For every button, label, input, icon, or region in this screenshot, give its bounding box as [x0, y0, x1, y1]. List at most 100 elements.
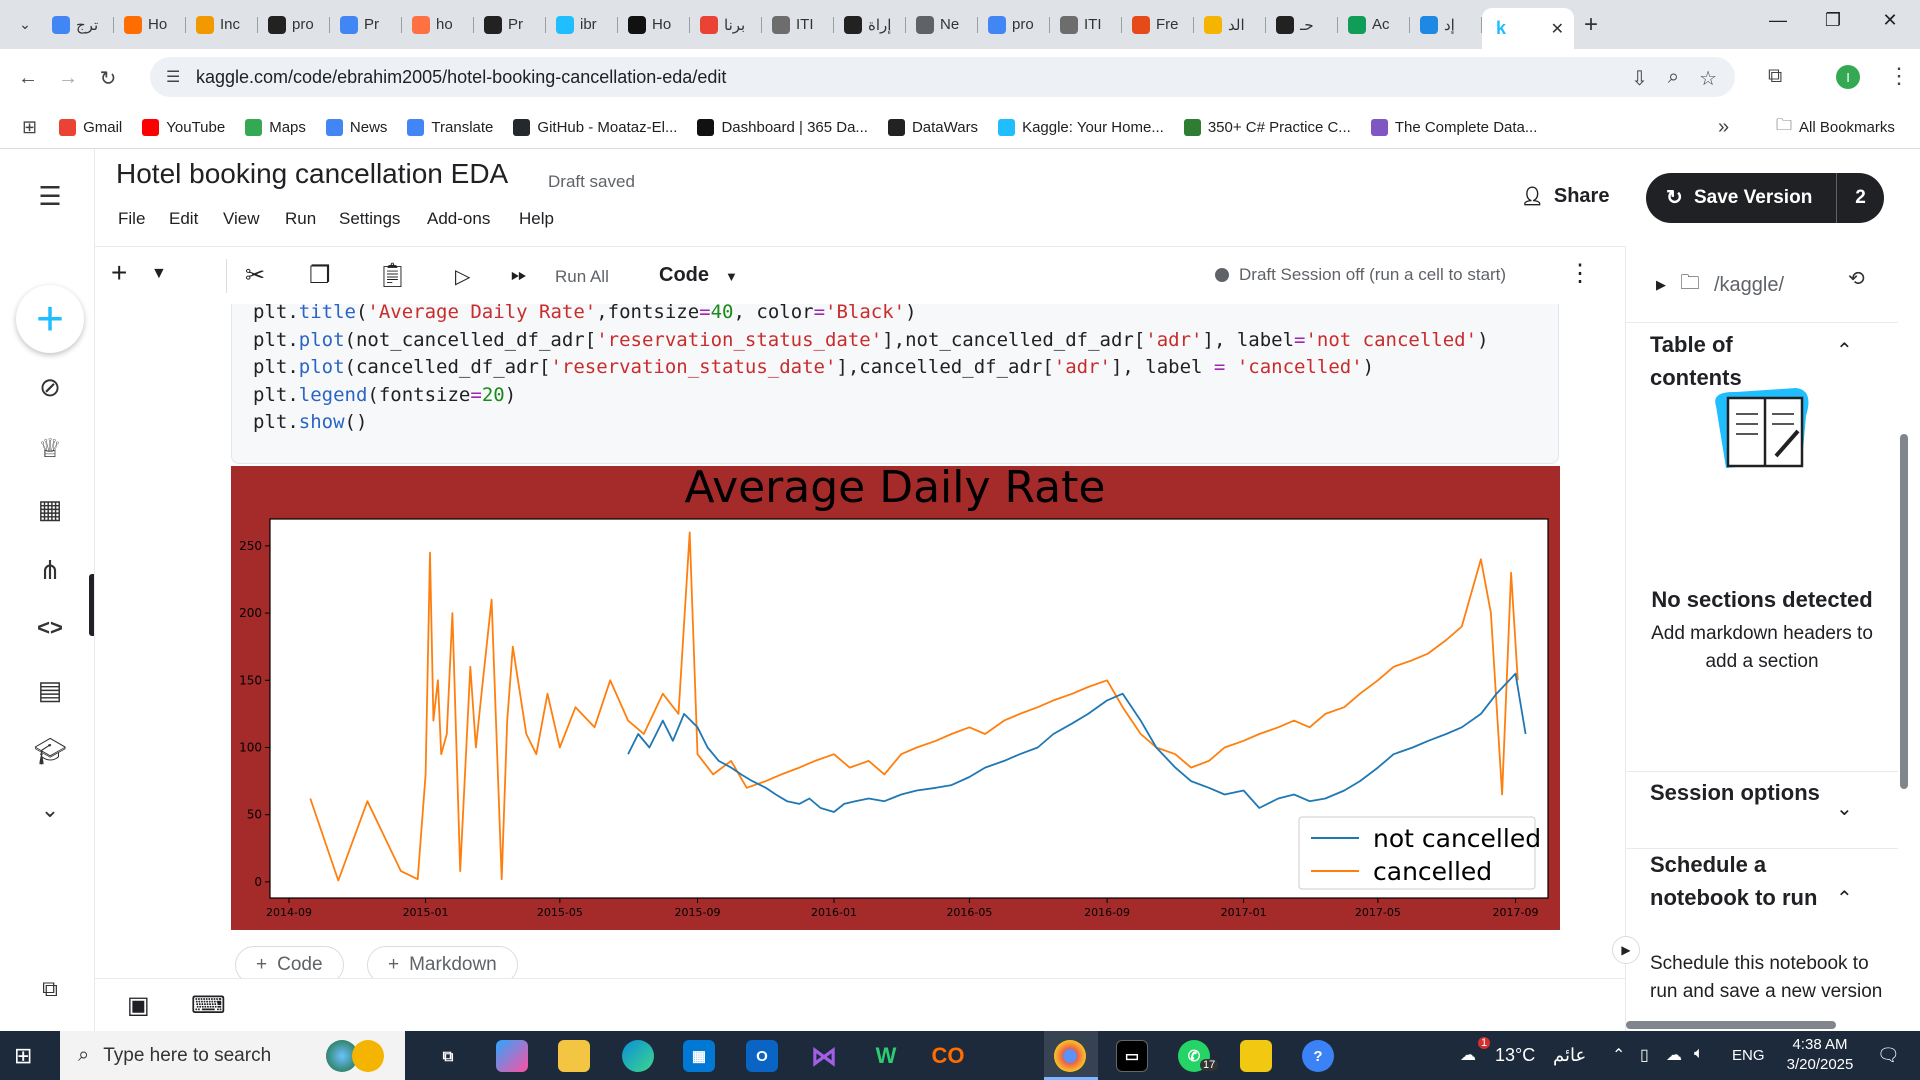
compass-icon[interactable]: ⊘	[27, 364, 73, 410]
store-icon[interactable]: ▦	[683, 1040, 715, 1072]
bookmark-star-icon[interactable]: ☆	[1699, 66, 1717, 91]
reload-button[interactable]: ↻	[88, 66, 128, 91]
trophy-icon[interactable]: ♕	[27, 425, 73, 471]
menu-addons[interactable]: Add-ons	[427, 209, 490, 229]
edge-icon[interactable]	[622, 1040, 654, 1072]
browser-tab[interactable]: Inc	[186, 6, 258, 44]
bookmarks-more-icon[interactable]: »	[1718, 116, 1729, 139]
clock[interactable]: 4:38 AM 3/20/2025	[1778, 1035, 1862, 1075]
bookmark-item[interactable]: Dashboard | 365 Da...	[697, 119, 868, 136]
discussions-icon[interactable]: ▤	[27, 667, 73, 713]
sync-icon[interactable]: ⟲	[1848, 266, 1865, 291]
bookmark-item[interactable]: Translate	[407, 119, 493, 136]
browser-tab[interactable]: ITI	[762, 6, 834, 44]
browser-tab[interactable]: Ho	[114, 6, 186, 44]
save-version-count[interactable]: 2	[1836, 173, 1884, 223]
menu-run[interactable]: Run	[285, 209, 316, 229]
toc-heading[interactable]: Table of contents	[1650, 328, 1820, 394]
session-expand-icon[interactable]: ⌄	[1836, 796, 1853, 821]
file-path[interactable]: ▶ 🗀 /kaggle/​	[1656, 268, 1784, 302]
weather-cloud-icon[interactable]: ☁	[1460, 1045, 1476, 1065]
code-cell[interactable]: plt.title('Average Daily Rate',fontsize=…	[231, 304, 1559, 464]
expand-caret-icon[interactable]: ▶	[1656, 277, 1666, 293]
browser-tab[interactable]: pro	[978, 6, 1050, 44]
profile-avatar[interactable]: I	[1836, 65, 1860, 89]
colab-icon[interactable]: CO	[932, 1040, 965, 1072]
menu-view[interactable]: View	[223, 209, 260, 229]
new-tab-button[interactable]: +	[1584, 11, 1598, 39]
add-cell-icon[interactable]: +	[111, 257, 127, 289]
datasets-table-icon[interactable]: ▦	[27, 486, 73, 532]
outlook-icon[interactable]: O	[746, 1040, 778, 1072]
browser-tab[interactable]: Ne	[906, 6, 978, 44]
browser-tab[interactable]: ITI	[1050, 6, 1122, 44]
extensions-icon[interactable]: ⧉	[1768, 65, 1782, 88]
add-cell-dropdown-icon[interactable]: ▼	[151, 265, 167, 283]
browser-tab[interactable]: برنا	[690, 6, 762, 44]
bookmark-item[interactable]: Kaggle: Your Home...	[998, 119, 1164, 136]
run-all-icon[interactable]: ⏩︎	[511, 264, 527, 287]
close-tab-icon[interactable]: ✕	[1551, 19, 1564, 39]
menu-file[interactable]: File	[118, 209, 145, 229]
session-status[interactable]: Draft Session off (run a cell to start)	[1215, 265, 1506, 285]
cloud-icon[interactable]: ☁	[1666, 1045, 1682, 1065]
browser-tab[interactable]: Ac	[1338, 6, 1410, 44]
close-window-button[interactable]: ✕	[1860, 0, 1920, 40]
browser-tab[interactable]: Ho	[618, 6, 690, 44]
browser-tab[interactable]: إراة	[834, 6, 906, 44]
browser-tab[interactable]: pro	[258, 6, 330, 44]
bookmark-item[interactable]: Gmail	[59, 119, 122, 136]
console-terminal-icon[interactable]: ▣	[127, 991, 150, 1020]
add-markdown-cell-button[interactable]: + Markdown	[367, 946, 518, 978]
keyboard-shortcuts-icon[interactable]: ⌨	[191, 991, 226, 1020]
schedule-collapse-icon[interactable]: ⌃	[1836, 886, 1853, 911]
help-icon[interactable]: ?	[1302, 1040, 1334, 1072]
copy-icon[interactable]: ❐	[309, 261, 331, 290]
schedule-heading[interactable]: Schedule a notebook to run	[1650, 848, 1820, 914]
browser-tab[interactable]: حـ	[1266, 6, 1338, 44]
url-field[interactable]: ☰ kaggle.com/code/ebrahim2005/hotel-book…	[150, 57, 1735, 97]
run-all-label[interactable]: Run All	[555, 267, 609, 287]
active-tab[interactable]: k ✕	[1482, 8, 1574, 49]
bookmark-item[interactable]: The Complete Data...	[1370, 119, 1537, 136]
install-app-icon[interactable]: ⇩	[1631, 66, 1648, 91]
more-options-icon[interactable]: ⋮	[1568, 259, 1592, 288]
cell-type-select[interactable]: Code	[659, 264, 709, 287]
session-options-heading[interactable]: Session options	[1650, 776, 1820, 809]
terminal-icon[interactable]: ▭	[1116, 1040, 1148, 1072]
forward-button[interactable]: →	[48, 67, 88, 90]
zoom-icon[interactable]: ⌕	[1668, 66, 1679, 91]
bookmark-item[interactable]: GitHub - Moataz-El...	[513, 119, 677, 136]
file-explorer-icon[interactable]	[558, 1040, 590, 1072]
copilot-icon[interactable]	[496, 1040, 528, 1072]
toc-collapse-icon[interactable]: ⌃	[1836, 338, 1853, 363]
all-bookmarks[interactable]: 🗀 All Bookmarks	[1776, 114, 1895, 141]
hamburger-menu-icon[interactable]: ☰	[27, 173, 73, 219]
browser-tab[interactable]: ho	[402, 6, 474, 44]
panel-horizontal-scrollbar[interactable]	[1626, 1021, 1836, 1029]
browser-tab[interactable]: إد	[1410, 6, 1482, 44]
collapse-panels-icon[interactable]: ⧉	[27, 966, 73, 1012]
windows-start-icon[interactable]: ⊞	[14, 1043, 32, 1069]
add-code-cell-button[interactable]: + Code	[235, 946, 344, 978]
bookmark-item[interactable]: 350+ C# Practice C...	[1183, 119, 1351, 136]
browser-tab[interactable]: ترج	[42, 6, 114, 44]
tab-search-chevron-icon[interactable]: ⌄	[8, 8, 42, 42]
back-button[interactable]: ←	[8, 67, 48, 90]
maximize-button[interactable]: ❐	[1803, 0, 1863, 40]
panel-toggle-icon[interactable]: ▶	[1612, 936, 1640, 964]
create-button[interactable]: +	[16, 285, 84, 353]
apps-grid-icon[interactable]: ⊞	[22, 117, 37, 138]
menu-settings[interactable]: Settings	[339, 209, 400, 229]
visual-studio-icon[interactable]: ⋈	[808, 1040, 840, 1072]
code-icon[interactable]: <>	[27, 605, 73, 651]
power-bi-icon[interactable]	[1240, 1040, 1272, 1072]
bookmark-item[interactable]: DataWars	[887, 119, 978, 136]
menu-help[interactable]: Help	[519, 209, 554, 229]
share-button[interactable]: 👤︎ Share	[1521, 185, 1609, 208]
bookmark-item[interactable]: Maps	[245, 119, 306, 136]
browser-tab[interactable]: ibr	[546, 6, 618, 44]
panel-scrollbar[interactable]	[1900, 434, 1908, 789]
cut-icon[interactable]: ✂	[245, 261, 265, 290]
site-settings-icon[interactable]: ☰	[166, 67, 180, 87]
